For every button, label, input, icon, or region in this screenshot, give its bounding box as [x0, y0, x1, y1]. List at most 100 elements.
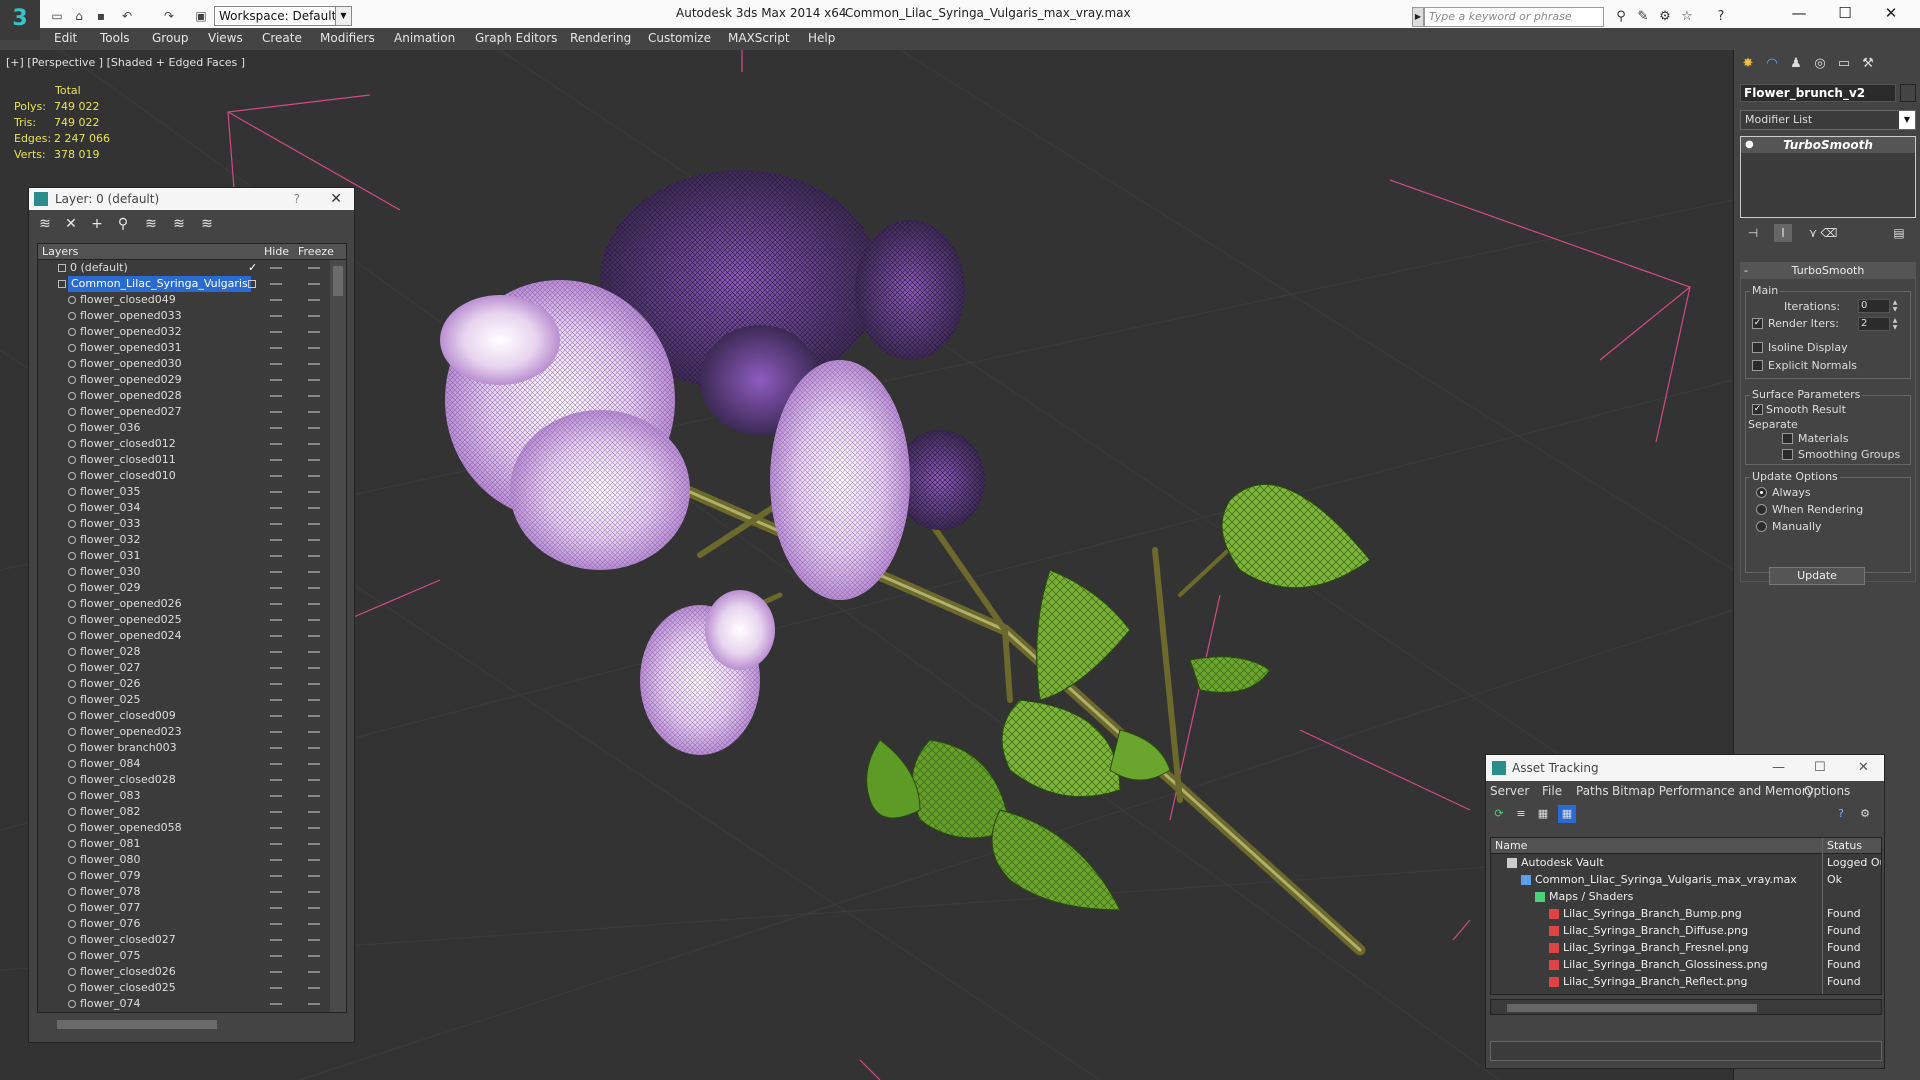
table-view-icon[interactable]: ▦	[1558, 805, 1576, 823]
undo-icon[interactable]: ↶	[118, 7, 136, 25]
help-icon[interactable]: ?	[1712, 8, 1730, 26]
freeze-toggle[interactable]	[308, 843, 320, 845]
pin-stack-icon[interactable]: ⊣	[1744, 224, 1762, 242]
hide-toggle[interactable]	[270, 971, 282, 973]
hide-all-icon[interactable]: ≋	[169, 214, 189, 234]
select-objects-icon[interactable]: ⚲	[113, 214, 133, 234]
column-freeze[interactable]: Freeze	[298, 244, 334, 260]
set-current-icon[interactable]	[248, 280, 256, 288]
create-tab-icon[interactable]: ✸	[1738, 54, 1758, 74]
freeze-toggle[interactable]	[308, 395, 320, 397]
freeze-toggle[interactable]	[308, 939, 320, 941]
freeze-toggle[interactable]	[308, 427, 320, 429]
hide-toggle[interactable]	[270, 571, 282, 573]
maximize-button[interactable]: ☐	[1814, 755, 1826, 781]
freeze-toggle[interactable]	[308, 587, 320, 589]
layer-object-row[interactable]: flower branch003	[38, 740, 346, 756]
freeze-toggle[interactable]	[308, 907, 320, 909]
menu-file[interactable]: File	[1542, 784, 1562, 798]
column-hide[interactable]: Hide	[264, 244, 289, 260]
layer-object-row[interactable]: flower_073	[38, 1012, 346, 1013]
favorites-star-icon[interactable]: ☆	[1678, 8, 1696, 26]
hide-toggle[interactable]	[270, 379, 282, 381]
freeze-all-icon[interactable]: ≋	[197, 214, 217, 234]
layer-object-row[interactable]: flower_077	[38, 900, 346, 916]
freeze-toggle[interactable]	[308, 459, 320, 461]
freeze-toggle[interactable]	[308, 315, 320, 317]
hide-toggle[interactable]	[270, 795, 282, 797]
freeze-toggle[interactable]	[308, 731, 320, 733]
layer-horizontal-scrollbar[interactable]	[37, 1016, 347, 1032]
freeze-toggle[interactable]	[308, 715, 320, 717]
always-radio[interactable]	[1756, 487, 1767, 498]
update-button[interactable]: Update	[1769, 567, 1865, 585]
layer-object-row[interactable]: flower_closed010	[38, 468, 346, 484]
layer-object-row[interactable]: flower_closed025	[38, 980, 346, 996]
scroll-thumb[interactable]	[333, 266, 343, 296]
smooth-result-checkbox[interactable]: ✓	[1752, 404, 1763, 415]
render-iters-checkbox[interactable]: ✓	[1752, 318, 1763, 329]
layer-object-row[interactable]: flower_029	[38, 580, 346, 596]
menu-server[interactable]: Server	[1490, 784, 1529, 798]
hide-toggle[interactable]	[270, 939, 282, 941]
hide-toggle[interactable]	[270, 619, 282, 621]
hide-toggle[interactable]	[270, 987, 282, 989]
layer-object-row[interactable]: flower_036	[38, 420, 346, 436]
when-rendering-radio[interactable]	[1756, 504, 1767, 515]
layer-object-row[interactable]: flower_034	[38, 500, 346, 516]
menu-bitmap-performance[interactable]: Bitmap Performance and Memory	[1612, 784, 1814, 798]
layer-object-row[interactable]: flower_080	[38, 852, 346, 868]
help-icon[interactable]: ?	[294, 188, 300, 210]
layer-object-row[interactable]: flower_closed027	[38, 932, 346, 948]
layer-object-row[interactable]: flower_opened028	[38, 388, 346, 404]
layer-object-row[interactable]: flower_084	[38, 756, 346, 772]
subscription-icon[interactable]: ✎	[1634, 8, 1652, 26]
hide-toggle[interactable]	[270, 331, 282, 333]
layer-object-row[interactable]: flower_closed011	[38, 452, 346, 468]
freeze-toggle[interactable]	[308, 763, 320, 765]
freeze-toggle[interactable]	[308, 1003, 320, 1005]
settings-icon[interactable]: ⚙	[1856, 805, 1874, 823]
asset-tracking-titlebar[interactable]: Asset Tracking — ☐ ✕	[1486, 755, 1884, 781]
layer-object-row[interactable]: flower_closed012	[38, 436, 346, 452]
hide-toggle[interactable]	[270, 299, 282, 301]
layer-dialog-titlebar[interactable]: Layer: 0 (default) ? ✕	[29, 188, 354, 210]
help-icon[interactable]: ?	[1832, 805, 1850, 823]
hide-toggle[interactable]	[270, 683, 282, 685]
close-icon[interactable]: ✕	[330, 188, 342, 210]
freeze-toggle[interactable]	[308, 875, 320, 877]
scroll-thumb[interactable]	[1507, 1004, 1757, 1012]
asset-horizontal-scrollbar[interactable]	[1490, 999, 1882, 1015]
menu-views[interactable]: Views	[208, 31, 243, 45]
thumbnail-view-icon[interactable]: ▦	[1534, 805, 1552, 823]
render-iters-spinner[interactable]: 2	[1858, 317, 1890, 331]
create-layer-icon[interactable]: ≋	[35, 214, 55, 234]
layer-object-row[interactable]: flower_closed028	[38, 772, 346, 788]
hide-toggle[interactable]	[270, 635, 282, 637]
list-view-icon[interactable]: ≡	[1512, 805, 1530, 823]
freeze-toggle[interactable]	[308, 923, 320, 925]
hide-toggle[interactable]	[270, 539, 282, 541]
column-status[interactable]: Status	[1827, 838, 1862, 854]
layer-object-row[interactable]: flower_033	[38, 516, 346, 532]
isoline-checkbox[interactable]	[1752, 342, 1763, 353]
freeze-toggle[interactable]	[308, 491, 320, 493]
hide-toggle[interactable]	[270, 667, 282, 669]
hide-toggle[interactable]	[270, 315, 282, 317]
hide-toggle[interactable]	[270, 811, 282, 813]
layer-object-row[interactable]: flower_opened031	[38, 340, 346, 356]
layer-object-row[interactable]: flower_opened026	[38, 596, 346, 612]
hide-toggle[interactable]	[270, 475, 282, 477]
layer-object-row[interactable]: flower_082	[38, 804, 346, 820]
hide-toggle[interactable]	[270, 587, 282, 589]
layer-object-row[interactable]: flower_closed026	[38, 964, 346, 980]
hide-toggle[interactable]	[270, 731, 282, 733]
layer-object-row[interactable]: flower_opened032	[38, 324, 346, 340]
redo-icon[interactable]: ↷	[160, 7, 178, 25]
freeze-toggle[interactable]	[308, 683, 320, 685]
layer-row-selected[interactable]: Common_Lilac_Syringa_Vulgaris	[38, 276, 346, 292]
remove-modifier-icon[interactable]: ⌫	[1820, 224, 1838, 242]
iterations-spinner[interactable]: 0	[1858, 299, 1890, 313]
hide-toggle[interactable]	[270, 763, 282, 765]
hide-toggle[interactable]	[270, 507, 282, 509]
